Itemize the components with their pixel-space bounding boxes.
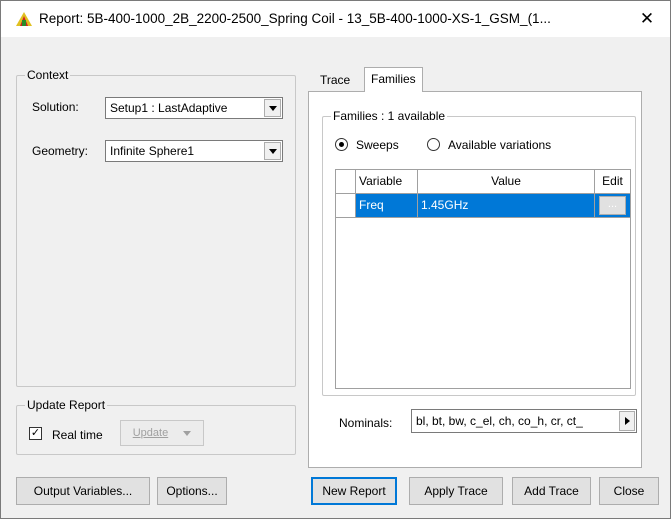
sweeps-label: Sweeps [356, 138, 399, 152]
add-trace-button[interactable]: Add Trace [512, 477, 591, 505]
row-header-corner [336, 170, 356, 194]
app-icon [16, 12, 32, 26]
sweeps-radio[interactable] [335, 138, 348, 151]
table-cell-edit: ... [595, 194, 630, 218]
solution-value: Setup1 : LastAdaptive [110, 101, 228, 115]
title-bar: Report: 5B-400-1000_2B_2200-2500_Spring … [1, 1, 670, 37]
chevron-down-icon[interactable] [264, 142, 281, 160]
nominals-field[interactable]: bl, bt, bw, c_el, ch, co_h, cr, ct_ [411, 409, 637, 433]
realtime-label: Real time [52, 428, 103, 442]
nominals-label: Nominals: [339, 416, 393, 430]
column-header-variable[interactable]: Variable [356, 170, 418, 194]
available-variations-radio[interactable] [427, 138, 440, 151]
table-row-selector[interactable] [336, 194, 356, 218]
output-variables-button[interactable]: Output Variables... [16, 477, 150, 505]
tab-families[interactable]: Families [364, 67, 423, 92]
chevron-down-icon [183, 430, 192, 436]
window-title: Report: 5B-400-1000_2B_2200-2500_Spring … [39, 11, 551, 26]
geometry-dropdown[interactable]: Infinite Sphere1 [105, 140, 283, 162]
variables-table: Variable Value Edit Freq 1.45GHz ... [335, 169, 631, 389]
context-group-label: Context [25, 68, 71, 82]
close-button[interactable]: Close [599, 477, 659, 505]
table-cell-value[interactable]: 1.45GHz [418, 194, 595, 218]
realtime-checkbox[interactable]: ✓ [29, 427, 42, 440]
column-header-value[interactable]: Value [418, 170, 595, 194]
update-button-label: Update [132, 427, 169, 439]
geometry-label: Geometry: [32, 144, 89, 158]
update-button[interactable]: Update [120, 420, 204, 446]
table-cell-variable[interactable]: Freq [356, 194, 418, 218]
chevron-right-icon[interactable] [619, 411, 635, 431]
report-dialog: Report: 5B-400-1000_2B_2200-2500_Spring … [0, 0, 671, 519]
chevron-down-icon[interactable] [264, 99, 281, 117]
geometry-value: Infinite Sphere1 [110, 144, 195, 158]
families-group-label: Families : 1 available [331, 109, 448, 123]
tab-trace[interactable]: Trace [314, 69, 356, 93]
context-group: Context [16, 68, 296, 387]
column-header-edit[interactable]: Edit [595, 170, 630, 194]
solution-label: Solution: [32, 100, 79, 114]
solution-dropdown[interactable]: Setup1 : LastAdaptive [105, 97, 283, 119]
apply-trace-button[interactable]: Apply Trace [409, 477, 503, 505]
new-report-button[interactable]: New Report [311, 477, 397, 505]
nominals-value: bl, bt, bw, c_el, ch, co_h, cr, ct_ [416, 414, 583, 428]
close-window-icon[interactable]: ✕ [635, 7, 659, 31]
available-variations-label: Available variations [448, 138, 552, 152]
edit-values-button[interactable]: ... [599, 196, 626, 215]
options-button[interactable]: Options... [157, 477, 227, 505]
update-report-label: Update Report [25, 398, 108, 412]
